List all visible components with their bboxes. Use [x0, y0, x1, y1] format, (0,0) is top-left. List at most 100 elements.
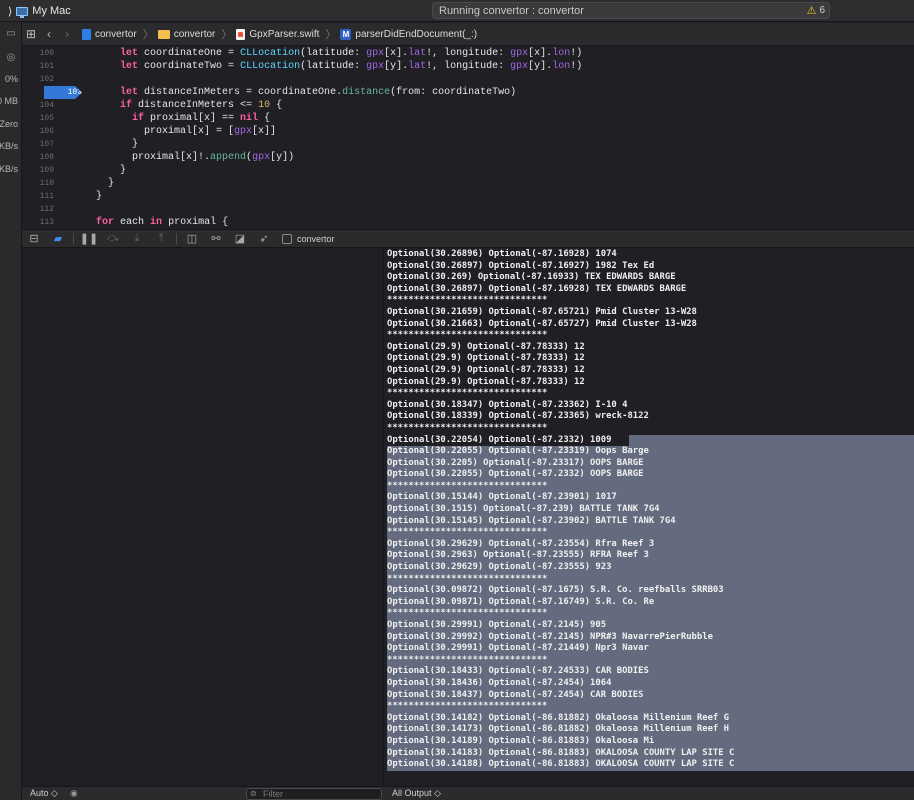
console-line[interactable]: ******************************: [387, 330, 914, 342]
cpu-gauge-value[interactable]: 0%: [5, 74, 18, 84]
console-line[interactable]: Optional(30.22055) Optional(-87.23319) O…: [387, 446, 914, 458]
console-line[interactable]: Optional(30.29992) Optional(-87.2145) NP…: [387, 631, 914, 644]
breakpoint-marker[interactable]: 103: [44, 86, 82, 99]
chat-bubble-icon[interactable]: ▭: [4, 28, 18, 40]
eye-icon[interactable]: ◉: [70, 788, 78, 799]
console-line[interactable]: Optional(30.26896) Optional(-87.16928) 1…: [387, 249, 914, 261]
line-number[interactable]: 109: [22, 164, 58, 177]
run-destination-selector[interactable]: ⟩ My Mac: [8, 3, 71, 19]
code-line[interactable]: }: [72, 190, 582, 203]
code-line[interactable]: [72, 73, 582, 86]
code-lines[interactable]: let coordinateOne = CLLocation(latitude:…: [72, 47, 582, 228]
console-line[interactable]: Optional(30.21659) Optional(-87.65721) P…: [387, 307, 914, 319]
breadcrumb-method[interactable]: M parserDidEndDocument(_:): [340, 28, 477, 40]
pause-icon[interactable]: ❚❚: [77, 231, 101, 247]
console-line[interactable]: ******************************: [387, 654, 914, 667]
console-line[interactable]: Optional(30.14173) Optional(-86.81882) O…: [387, 724, 914, 736]
console-line[interactable]: Optional(30.22055) Optional(-87.2332) OO…: [387, 469, 914, 481]
energy-gauge-value[interactable]: Zero: [0, 119, 18, 129]
console-line[interactable]: Optional(30.18436) Optional(-87.2454) 10…: [387, 677, 914, 690]
console-line[interactable]: Optional(30.18433) Optional(-87.24533) C…: [387, 666, 914, 678]
output-scope-popup[interactable]: All Output ◇: [392, 788, 441, 799]
view-hierarchy-icon[interactable]: ◫: [180, 231, 204, 247]
console-line[interactable]: ******************************: [387, 573, 914, 586]
network-gauge-value[interactable]: KB/s: [0, 164, 18, 174]
related-items-grid-icon[interactable]: ⊞: [22, 27, 40, 41]
code-line[interactable]: if distanceInMeters <= 10 {: [72, 99, 582, 112]
code-line[interactable]: }: [72, 164, 582, 177]
console-line[interactable]: Optional(30.15144) Optional(-87.23901) 1…: [387, 492, 914, 505]
line-number[interactable]: 101: [22, 60, 58, 73]
warnings-indicator[interactable]: ⚠ 6: [807, 4, 825, 17]
line-number[interactable]: 102: [22, 73, 58, 86]
simulate-location-icon[interactable]: ➶: [252, 231, 276, 247]
console-line[interactable]: Optional(29.9) Optional(-87.78333) 12: [387, 342, 914, 354]
hide-debug-area-icon[interactable]: ⊟: [22, 231, 46, 247]
breadcrumb-file[interactable]: GpxParser.swift: [236, 28, 319, 40]
filter-field[interactable]: ⊜ Filter: [246, 788, 382, 800]
code-line[interactable]: if proximal[x] == nil {: [72, 112, 582, 125]
line-number[interactable]: 113: [22, 216, 58, 228]
variables-view[interactable]: [22, 249, 384, 786]
console-line[interactable]: Optional(30.09872) Optional(-87.1675) S.…: [387, 585, 914, 597]
console-line[interactable]: ******************************: [387, 388, 914, 400]
memory-graph-icon[interactable]: ⚯: [204, 231, 228, 247]
console-line[interactable]: Optional(30.22054) Optional(-87.2332) 10…: [387, 434, 914, 447]
step-into-icon[interactable]: ⤓: [125, 231, 149, 247]
console-line[interactable]: Optional(30.18437) Optional(-87.2454) CA…: [387, 689, 914, 702]
console-line[interactable]: ******************************: [387, 480, 914, 493]
console-line[interactable]: ******************************: [387, 423, 914, 435]
code-line[interactable]: [72, 203, 582, 216]
step-over-icon[interactable]: ⤼: [101, 231, 125, 247]
breakpoint-line-number[interactable]: 103: [22, 86, 82, 99]
code-line[interactable]: for each in proximal {: [72, 216, 582, 228]
console-line[interactable]: Optional(30.21663) Optional(-87.65727) P…: [387, 319, 914, 331]
console-line[interactable]: ******************************: [387, 701, 914, 713]
console-line[interactable]: Optional(30.14182) Optional(-86.81882) O…: [387, 712, 914, 725]
code-line[interactable]: proximal[x] = [gpx[x]]: [72, 125, 582, 138]
console-line[interactable]: Optional(30.2205) Optional(-87.23317) OO…: [387, 457, 914, 470]
code-line[interactable]: let coordinateOne = CLLocation(latitude:…: [72, 47, 582, 60]
console-line[interactable]: Optional(29.9) Optional(-87.78333) 12: [387, 365, 914, 377]
console-line[interactable]: Optional(29.9) Optional(-87.78333) 12: [387, 353, 914, 365]
line-number[interactable]: 106: [22, 125, 58, 138]
console-line[interactable]: Optional(30.1515) Optional(-87.239) BATT…: [387, 504, 914, 516]
cpu-gauge-icon[interactable]: ◎: [4, 52, 18, 64]
console-line[interactable]: ******************************: [387, 295, 914, 307]
console-output[interactable]: Optional(30.26896) Optional(-87.16928) 1…: [385, 249, 914, 786]
console-line[interactable]: Optional(30.09871) Optional(-87.16749) S…: [387, 596, 914, 609]
disk-gauge-value[interactable]: KB/s: [0, 141, 18, 151]
console-line[interactable]: Optional(30.18339) Optional(-87.23365) w…: [387, 411, 914, 423]
console-line[interactable]: Optional(29.9) Optional(-87.78333) 12: [387, 377, 914, 389]
line-number[interactable]: 108: [22, 151, 58, 164]
console-line[interactable]: Optional(30.29629) Optional(-87.23555) 9…: [387, 562, 914, 574]
breadcrumb-project[interactable]: convertor: [82, 28, 137, 40]
back-arrow-icon[interactable]: ‹: [40, 27, 58, 41]
console-line[interactable]: Optional(30.29991) Optional(-87.21449) N…: [387, 643, 914, 655]
console-line[interactable]: ******************************: [387, 527, 914, 539]
console-line[interactable]: Optional(30.2963) Optional(-87.23555) RF…: [387, 550, 914, 563]
breakpoints-toggle-icon[interactable]: ▰: [46, 231, 70, 247]
console-line[interactable]: Optional(30.15145) Optional(-87.23902) B…: [387, 515, 914, 528]
console-line[interactable]: Optional(30.14183) Optional(-86.81883) O…: [387, 747, 914, 760]
console-line[interactable]: Optional(30.269) Optional(-87.16933) TEX…: [387, 272, 914, 284]
environment-overrides-icon[interactable]: ◪: [228, 231, 252, 247]
memory-gauge-value[interactable]: 0 MB: [0, 96, 18, 106]
breadcrumb-folder[interactable]: convertor: [157, 29, 215, 40]
console-line[interactable]: ******************************: [387, 608, 914, 620]
line-number[interactable]: 104: [22, 99, 58, 112]
code-line[interactable]: }: [72, 138, 582, 151]
variables-scope-popup[interactable]: Auto ◇: [30, 788, 58, 799]
line-number[interactable]: 105: [22, 112, 58, 125]
code-line[interactable]: let coordinateTwo = CLLocation(latitude:…: [72, 60, 582, 73]
line-number[interactable]: 110: [22, 177, 58, 190]
line-number[interactable]: 100: [22, 47, 58, 60]
line-number[interactable]: 107: [22, 138, 58, 151]
line-number[interactable]: 111: [22, 190, 58, 203]
forward-arrow-icon[interactable]: ›: [58, 27, 76, 41]
console-line[interactable]: Optional(30.18347) Optional(-87.23362) I…: [387, 400, 914, 412]
line-number-gutter[interactable]: 100 101 102 103 104 105 106 107 108 109 …: [22, 47, 82, 228]
code-line[interactable]: proximal[x]!.append(gpx[y]): [72, 151, 582, 164]
code-line[interactable]: }: [72, 177, 582, 190]
console-line[interactable]: Optional(30.14189) Optional(-86.81883) O…: [387, 735, 914, 748]
